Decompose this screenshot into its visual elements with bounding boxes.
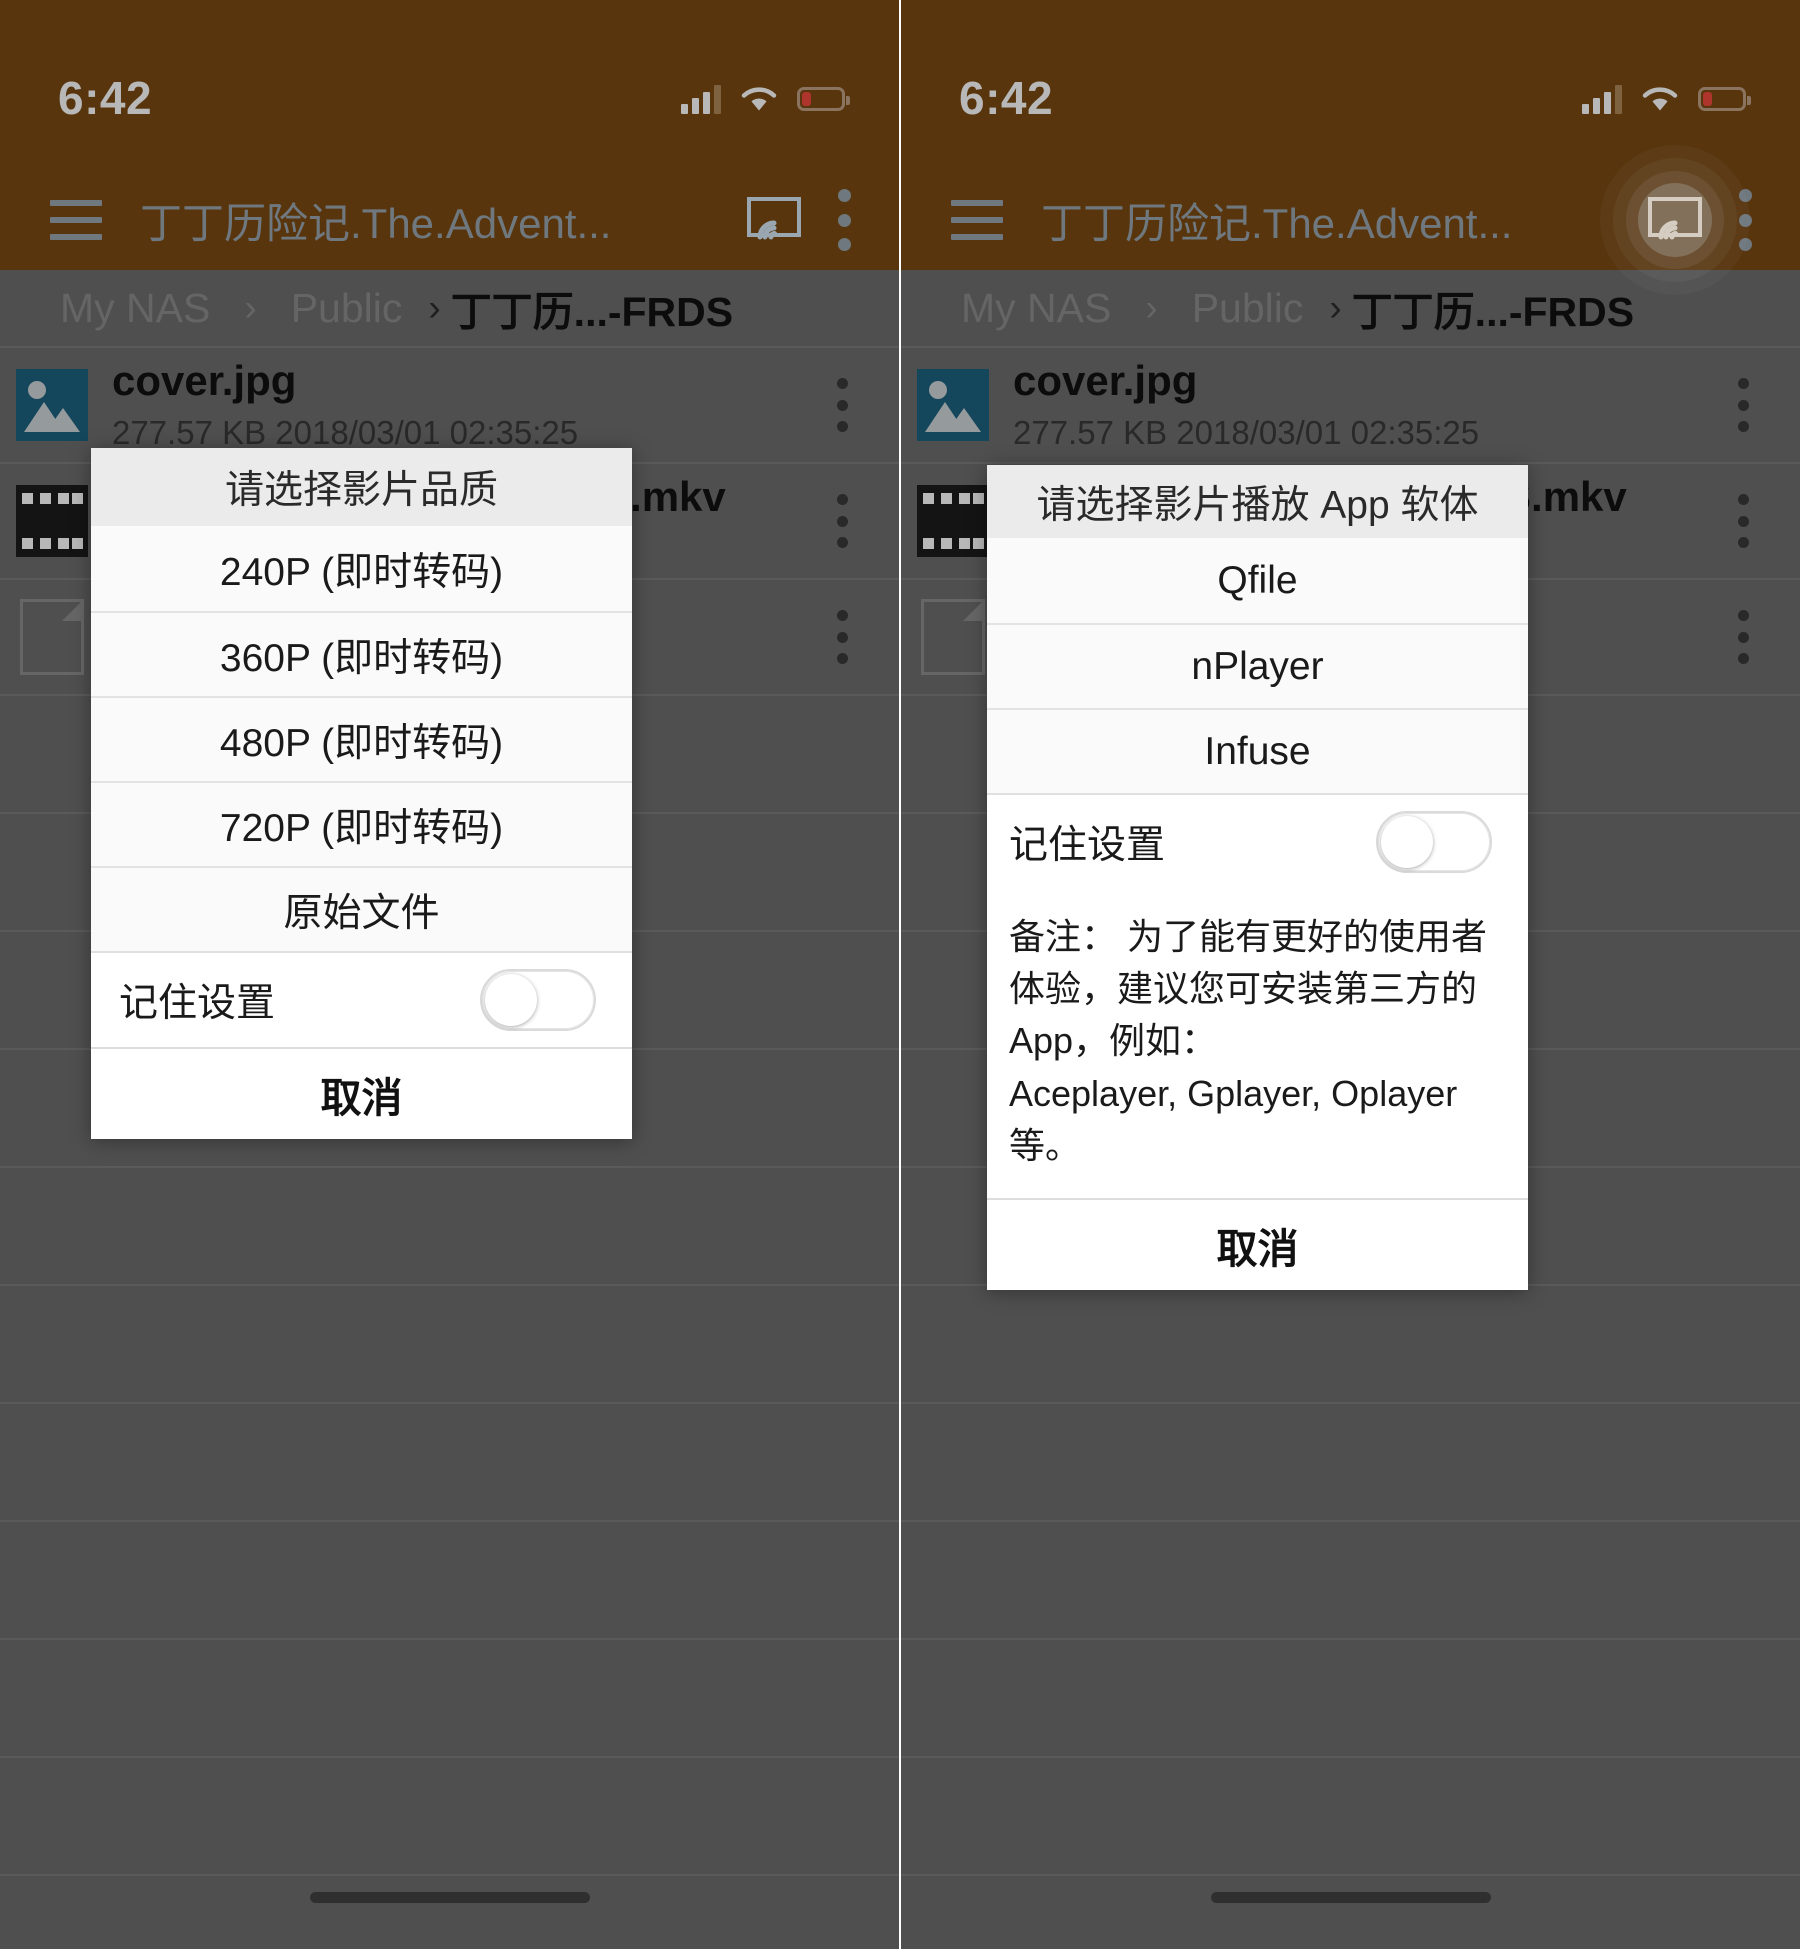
video-file-icon [917,485,989,557]
list-item [0,1758,899,1876]
dialog-note: 备注： 为了能有更好的使用者体验，建议您可安装第三方的 App，例如： Acep… [987,889,1528,1198]
dual-screenshot-container: 6:42 丁丁历险记.The.Advent... My NAS › Public… [0,0,1800,1949]
home-indicator [1210,1892,1491,1903]
video-file-icon [16,485,88,557]
dialog-options-list: 240P (即时转码) 360P (即时转码) 480P (即时转码) 720P… [91,526,632,951]
generic-file-icon [16,599,88,675]
breadcrumb: My NAS › Public › 丁丁历...-FRDS [0,270,899,348]
option-480p[interactable]: 480P (即时转码) [91,696,632,781]
cast-button[interactable] [739,185,809,255]
breadcrumb-item-0[interactable]: My NAS [60,285,210,332]
option-720p[interactable]: 720P (即时转码) [91,781,632,866]
option-360p[interactable]: 360P (即时转码) [91,611,632,696]
list-item [901,1286,1800,1404]
phone-screen-left: 6:42 丁丁历险记.The.Advent... My NAS › Public… [0,0,901,1949]
remember-setting-row[interactable]: 记住设置 [987,793,1528,889]
list-item [901,1876,1800,1949]
dialog-title: 请选择影片品质 [91,448,632,526]
file-name: cover.jpg [1013,357,1198,404]
status-icon-group [1582,56,1751,114]
cancel-button[interactable]: 取消 [987,1197,1528,1290]
breadcrumb-item-2[interactable]: 丁丁历...-FRDS [1352,278,1634,338]
overflow-menu-icon[interactable] [837,189,851,251]
file-size: 277.57 KB [1013,414,1168,452]
player-app-dialog: 请选择影片播放 App 软体 Qfile nPlayer Infuse 记住设置… [987,465,1528,1290]
option-nplayer[interactable]: nPlayer [987,623,1528,708]
status-clock: 6:42 [959,72,1054,124]
home-indicator [309,1892,590,1903]
file-name: cover.jpg [112,357,297,404]
table-row[interactable]: cover.jpg 277.57 KB 2018/03/01 02:35:25 [0,348,899,464]
file-subtitle: 277.57 KB 2018/03/01 02:35:25 [1013,414,1736,452]
list-item [0,1168,899,1286]
cellular-signal-icon [681,84,721,114]
list-item [0,1876,899,1949]
option-240p[interactable]: 240P (即时转码) [91,526,632,611]
remember-setting-label: 记住设置 [119,982,276,1025]
image-file-icon [917,369,989,441]
row-overflow-icon[interactable] [1736,378,1750,432]
list-item [0,1286,899,1404]
cast-icon [1648,197,1702,240]
list-item [901,1404,1800,1522]
option-qfile[interactable]: Qfile [987,538,1528,623]
status-icon-group [681,56,850,114]
row-overflow-icon[interactable] [1736,494,1750,548]
image-file-icon [16,369,88,441]
remember-setting-row[interactable]: 记住设置 [91,951,632,1047]
wifi-icon [1642,85,1678,113]
wifi-icon [741,85,777,113]
breadcrumb-separator: › [1145,287,1158,328]
cellular-signal-icon [1582,84,1622,114]
breadcrumb-item-1[interactable]: Public [1192,285,1304,332]
row-overflow-icon[interactable] [835,610,849,664]
dialog-options-list: Qfile nPlayer Infuse [987,538,1528,793]
breadcrumb-separator: › [428,287,441,328]
phone-screen-right: 6:42 丁丁历险记.The.Advent... My NAS › Public… [901,0,1800,1949]
list-item [0,1640,899,1758]
list-item [0,1522,899,1640]
file-size: 277.57 KB [112,414,267,452]
row-overflow-icon[interactable] [835,378,849,432]
list-item [901,1522,1800,1640]
list-item [901,1640,1800,1758]
table-row[interactable]: cover.jpg 277.57 KB 2018/03/01 02:35:25 [901,348,1800,464]
app-title: 丁丁历险记.The.Advent... [1041,199,1513,247]
row-overflow-icon[interactable] [1736,610,1750,664]
app-title: 丁丁历险记.The.Advent... [140,199,612,247]
cancel-button[interactable]: 取消 [91,1047,632,1139]
file-date: 2018/03/01 02:35:25 [1176,414,1480,452]
remember-setting-toggle[interactable] [480,969,596,1031]
dialog-title: 请选择影片播放 App 软体 [987,465,1528,538]
file-subtitle: 277.57 KB 2018/03/01 02:35:25 [112,414,835,452]
app-bar: 丁丁历险记.The.Advent... [0,170,899,270]
breadcrumb-item-0[interactable]: My NAS [961,285,1111,332]
battery-low-icon [1698,87,1751,111]
file-meta: cover.jpg 277.57 KB 2018/03/01 02:35:25 [112,358,835,452]
remember-setting-label: 记住设置 [1009,824,1166,867]
file-date: 2018/03/01 02:35:25 [275,414,579,452]
breadcrumb-separator: › [244,287,257,328]
battery-low-icon [797,87,850,111]
status-bar: 6:42 [0,0,899,170]
status-bar: 6:42 [901,0,1800,170]
cast-icon [747,197,801,240]
status-clock: 6:42 [58,72,153,124]
remember-setting-toggle[interactable] [1376,811,1492,873]
row-overflow-icon[interactable] [835,494,849,548]
option-infuse[interactable]: Infuse [987,708,1528,793]
list-item [901,1758,1800,1876]
list-item [0,1404,899,1522]
breadcrumb-separator: › [1329,287,1342,328]
video-quality-dialog: 请选择影片品质 240P (即时转码) 360P (即时转码) 480P (即时… [91,448,632,1139]
breadcrumb-item-2[interactable]: 丁丁历...-FRDS [451,278,733,338]
generic-file-icon [917,599,989,675]
hamburger-menu-icon[interactable] [951,200,1003,240]
hamburger-menu-icon[interactable] [50,200,102,240]
file-meta: cover.jpg 277.57 KB 2018/03/01 02:35:25 [1013,358,1736,452]
cast-button[interactable] [1600,145,1750,295]
breadcrumb-item-1[interactable]: Public [291,285,403,332]
option-original-file[interactable]: 原始文件 [91,866,632,951]
app-bar: 丁丁历险记.The.Advent... [901,145,1800,295]
